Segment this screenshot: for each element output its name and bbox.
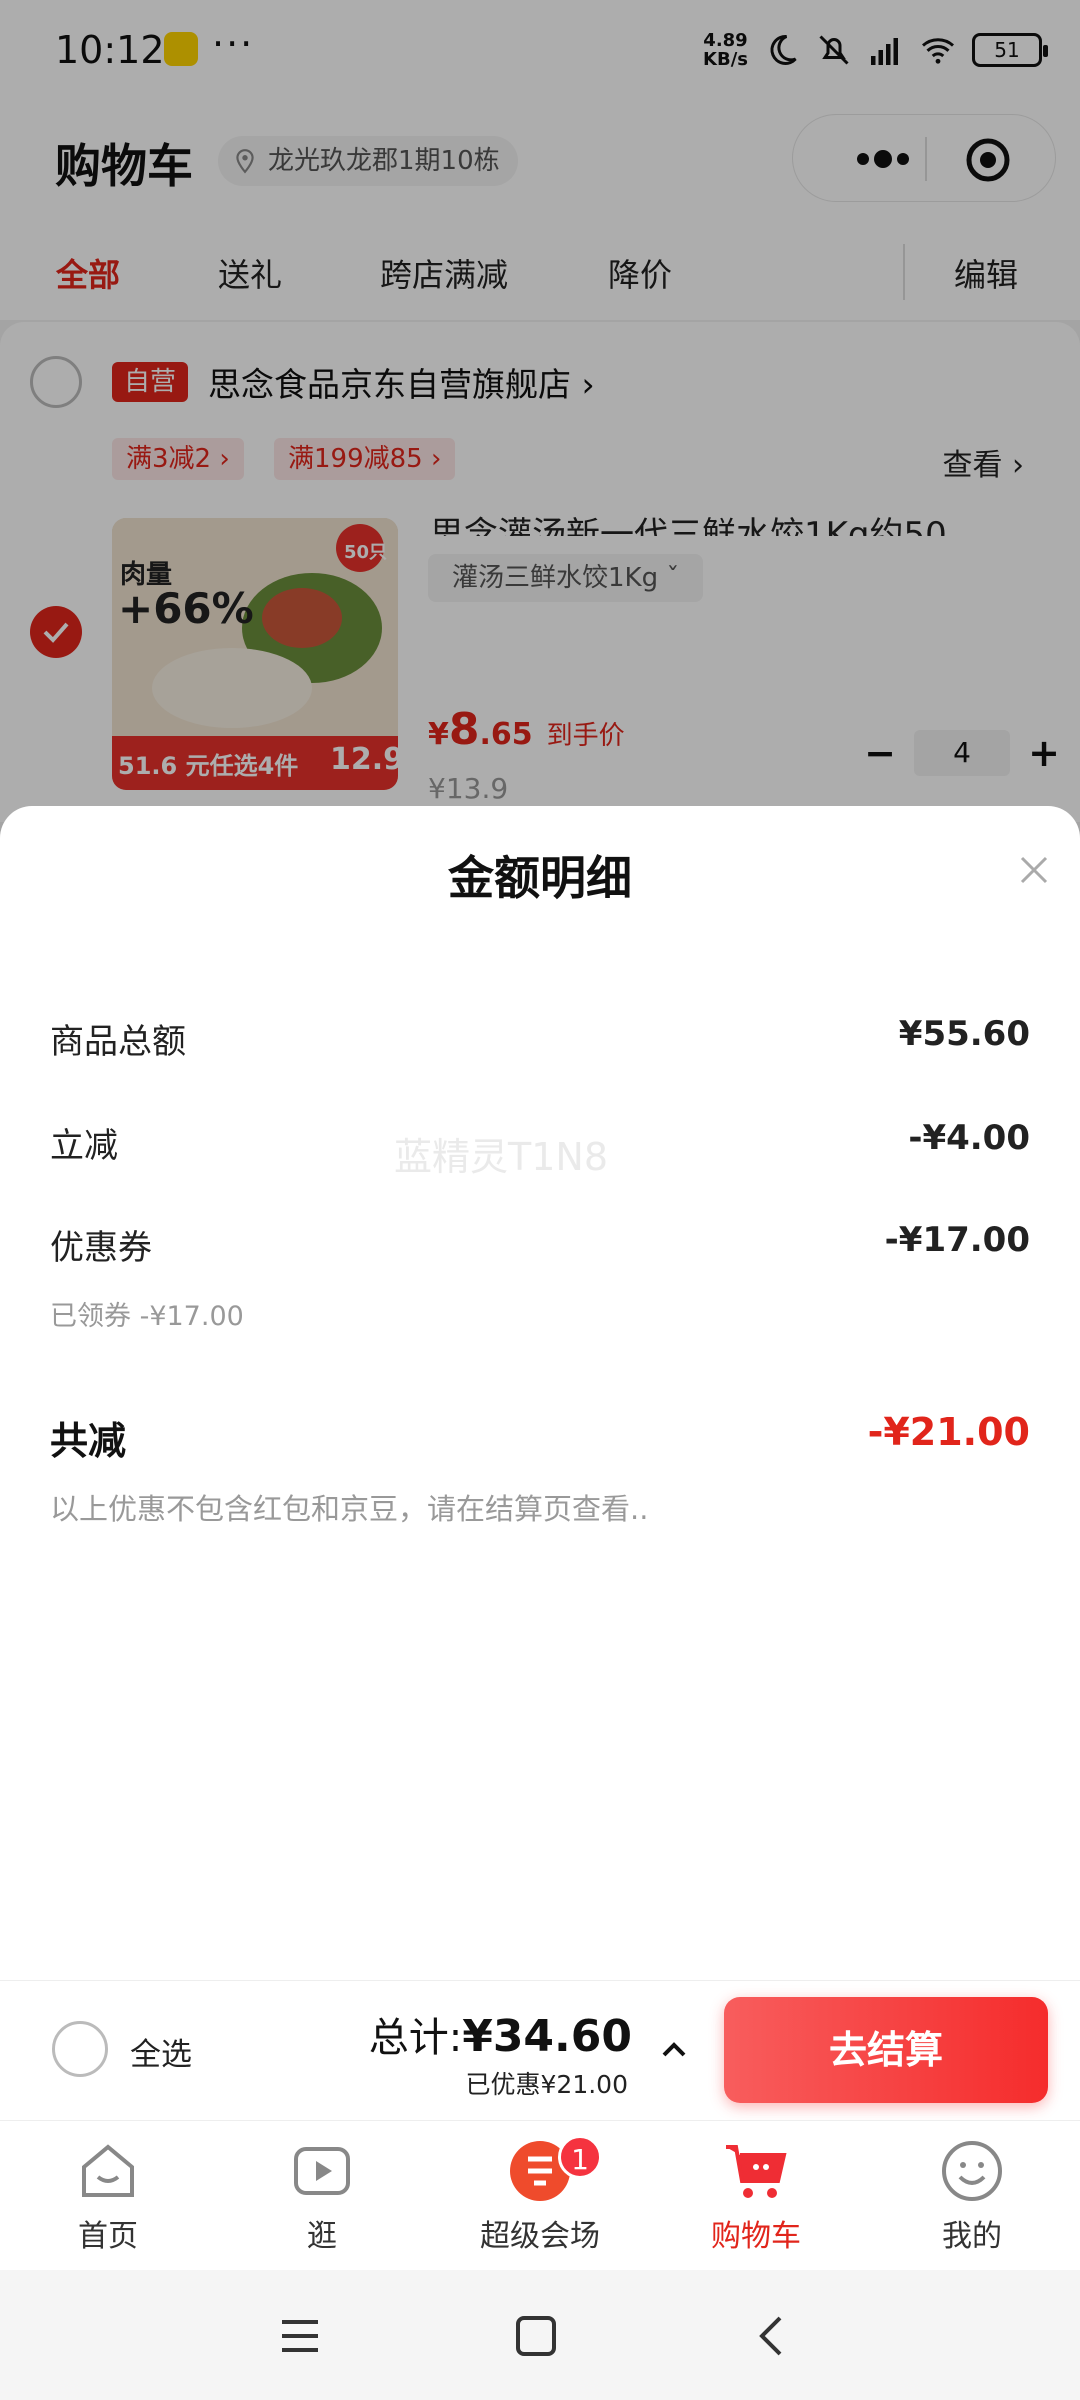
subtotal-value: ¥55.60 [898,1014,1030,1054]
checkout-button[interactable]: 去结算 [724,1997,1048,2103]
tab-cart-label: 购物车 [711,2219,801,2254]
subtotal-label: 商品总额 [50,1022,186,1062]
tab-home[interactable]: 首页 [8,2135,208,2255]
discounted-amount: 已优惠¥21.00 [465,2070,628,2099]
coupon-claimed-note: 已领券 -¥17.00 [50,1301,244,1332]
settle-bar: 全选 总计:¥34.60 已优惠¥21.00 去结算 [0,1980,1080,2120]
system-nav-bar [0,2270,1080,2400]
home-nav-icon[interactable] [514,2314,558,2358]
bottom-tab-bar: 首页 逛 1 超级会场 购物车 我的 [0,2120,1080,2270]
total-amount: ¥34.60 [462,2011,632,2062]
instant-discount-value: -¥4.00 [908,1118,1030,1158]
venue-badge: 1 [558,2135,602,2179]
chevron-up-icon[interactable] [656,2031,692,2067]
tab-home-label: 首页 [78,2219,138,2254]
menu-icon[interactable] [278,2314,322,2358]
total-discount-value: -¥21.00 [867,1410,1030,1454]
total-prefix: 总计: [368,2015,463,2061]
play-icon [294,2147,350,2195]
total-discount-label: 共减 [50,1419,127,1463]
select-all-label[interactable]: 全选 [130,2029,192,2074]
discount-disclaimer: 以上优惠不包含红包和京豆，请在结算页查看.. [50,1492,649,1526]
settle-total: 总计:¥34.60 [369,2005,632,2063]
tab-super-venue[interactable]: 1 超级会场 [440,2135,640,2255]
coupon-value: -¥17.00 [884,1220,1030,1260]
home-icon [82,2144,134,2197]
tab-cart[interactable]: 购物车 [656,2135,856,2255]
tab-browse[interactable]: 逛 [222,2135,422,2255]
cart-icon [726,2145,787,2198]
amount-detail-sheet: 金额明细 商品总额 ¥55.60 立减 -¥4.00 优惠券 -¥17.00 已… [0,806,1080,1980]
tab-mine[interactable]: 我的 [872,2135,1072,2255]
tab-mine-label: 我的 [942,2219,1002,2254]
select-all-checkbox[interactable] [52,2021,108,2077]
instant-discount-label: 立减 [50,1126,118,1166]
coupon-label: 优惠券 [50,1228,152,1268]
tab-super-venue-label: 超级会场 [480,2219,600,2254]
sheet-title: 金额明细 [448,851,632,905]
tab-browse-label: 逛 [307,2219,337,2254]
close-icon[interactable] [1014,850,1054,890]
profile-icon [942,2141,1002,2201]
watermark: 蓝精灵T1N8 [394,1135,608,1179]
back-icon[interactable] [750,2314,794,2358]
